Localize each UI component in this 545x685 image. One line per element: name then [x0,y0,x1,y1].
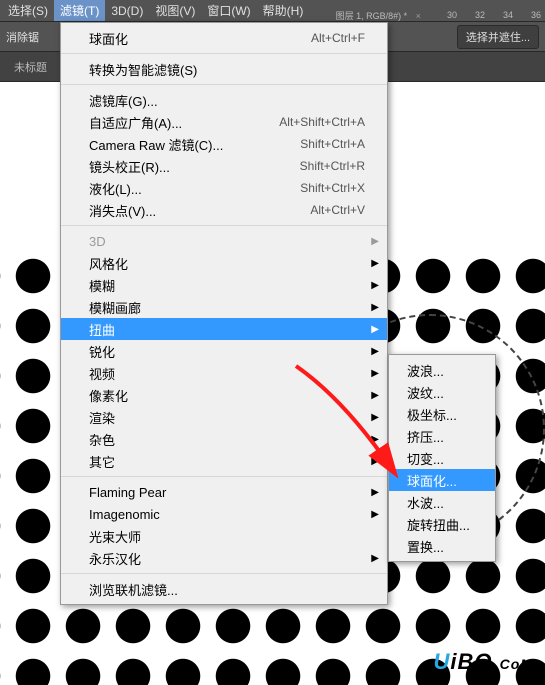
chevron-right-icon: ▶ [371,280,379,291]
chevron-right-icon: ▶ [371,236,379,247]
sub-item-spherize[interactable]: 球面化... [389,469,495,491]
menu-item-noise[interactable]: 杂色▶ [61,428,387,450]
sub-item-wave[interactable]: 波浪... [389,359,495,381]
menu-item-last-filter[interactable]: 球面化 Alt+Ctrl+F [61,27,387,49]
close-icon[interactable]: × [416,11,421,21]
menu-item-camera-raw[interactable]: Camera Raw 滤镜(C)...Shift+Ctrl+A [61,133,387,155]
chevron-right-icon: ▶ [371,324,379,335]
menu-item-distort[interactable]: 扭曲▶ [61,318,387,340]
menu-item-browse-online[interactable]: 浏览联机滤镜... [61,578,387,600]
tab-title: 未标题 [14,62,47,74]
chevron-right-icon: ▶ [371,456,379,467]
menu-window[interactable]: 窗口(W) [201,0,256,21]
chevron-right-icon: ▶ [371,434,379,445]
menu-item-blur-gallery[interactable]: 模糊画廊▶ [61,296,387,318]
chevron-right-icon: ▶ [371,258,379,269]
menu-item-lens-correction[interactable]: 镜头校正(R)...Shift+Ctrl+R [61,155,387,177]
watermark: UiBQ.CoM [434,649,534,675]
menu-item-vanishing-point[interactable]: 消失点(V)...Alt+Ctrl+V [61,199,387,221]
chevron-right-icon: ▶ [371,553,379,564]
sub-item-shear[interactable]: 切变... [389,447,495,469]
menu-item-blur[interactable]: 模糊▶ [61,274,387,296]
menu-item-video[interactable]: 视频▶ [61,362,387,384]
menu-item-light-master[interactable]: 光束大师 [61,525,387,547]
menu-select[interactable]: 选择(S) [2,0,54,21]
chevron-right-icon: ▶ [371,390,379,401]
sub-item-pinch[interactable]: 挤压... [389,425,495,447]
chevron-right-icon: ▶ [371,412,379,423]
chevron-right-icon: ▶ [371,368,379,379]
menu-view[interactable]: 视图(V) [149,0,201,21]
menu-help[interactable]: 帮助(H) [257,0,310,21]
sub-item-twirl[interactable]: 旋转扭曲... [389,513,495,535]
menu-item-liquify[interactable]: 液化(L)...Shift+Ctrl+X [61,177,387,199]
chevron-right-icon: ▶ [371,302,379,313]
filter-menu-dropdown: 球面化 Alt+Ctrl+F 转换为智能滤镜(S) 滤镜库(G)... 自适应广… [60,22,388,605]
menu-item-other[interactable]: 其它▶ [61,450,387,472]
sub-item-ripple[interactable]: 波纹... [389,381,495,403]
menu-item-flaming-pear[interactable]: Flaming Pear▶ [61,481,387,503]
menu-filter[interactable]: 滤镜(T) [54,0,105,21]
menu-item-sharpen[interactable]: 锐化▶ [61,340,387,362]
menu-item-imagenomic[interactable]: Imagenomic▶ [61,503,387,525]
sub-item-polar[interactable]: 极坐标... [389,403,495,425]
menu-item-yongle[interactable]: 永乐汉化▶ [61,547,387,569]
chevron-right-icon: ▶ [371,487,379,498]
menu-item-smart-filter[interactable]: 转换为智能滤镜(S) [61,58,387,80]
menu-item-3d: 3D▶ [61,230,387,252]
sub-item-displace[interactable]: 置换... [389,535,495,557]
menu-3d[interactable]: 3D(D) [105,2,149,20]
menu-item-stylize[interactable]: 风格化▶ [61,252,387,274]
chevron-right-icon: ▶ [371,346,379,357]
document-tab[interactable]: 未标题 [6,55,55,79]
menu-item-pixelate[interactable]: 像素化▶ [61,384,387,406]
menu-item-filter-gallery[interactable]: 滤镜库(G)... [61,89,387,111]
chevron-right-icon: ▶ [371,509,379,520]
sub-item-zigzag[interactable]: 水波... [389,491,495,513]
menu-item-render[interactable]: 渲染▶ [61,406,387,428]
tool-label: 消除锯 [6,29,39,45]
distort-submenu: 波浪... 波纹... 极坐标... 挤压... 切变... 球面化... 水波… [388,354,496,562]
menu-item-adaptive-wide-angle[interactable]: 自适应广角(A)...Alt+Shift+Ctrl+A [61,111,387,133]
